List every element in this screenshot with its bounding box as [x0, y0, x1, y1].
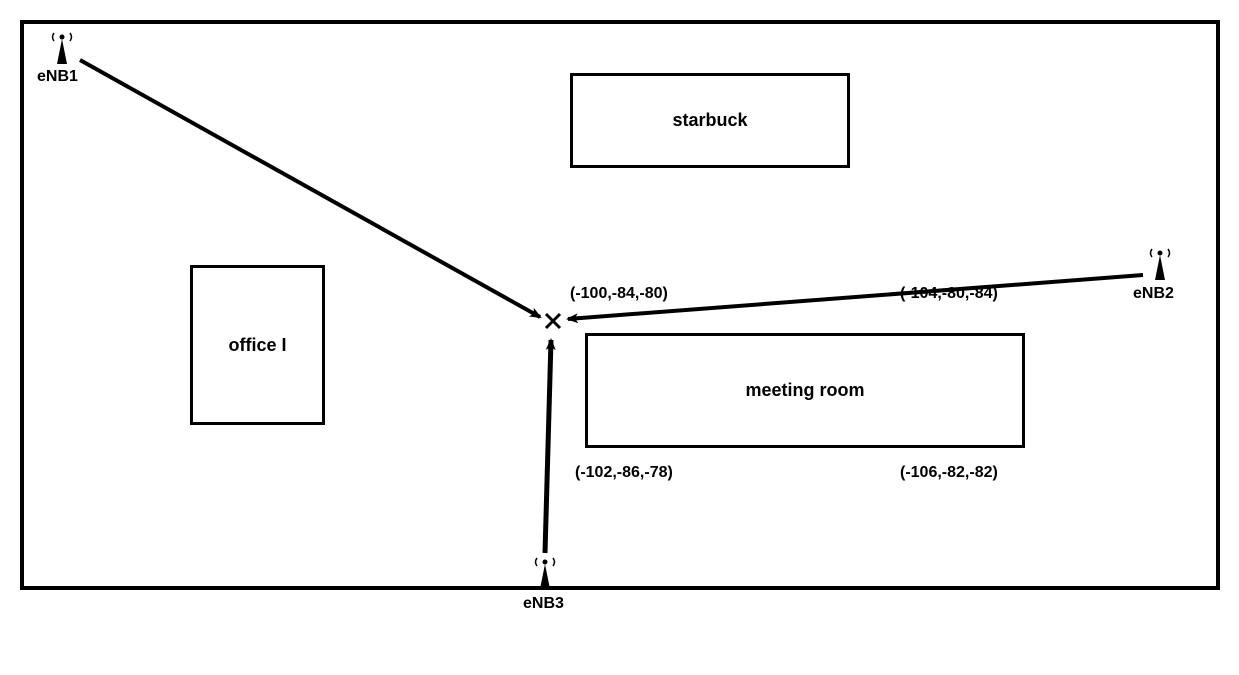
diagram-canvas: starbuck office I meeting room: [0, 0, 1239, 675]
enb3-label: eNB3: [523, 595, 564, 613]
antenna-icon: [531, 555, 559, 591]
room-label: office I: [228, 335, 286, 356]
enb3-tower: [525, 555, 565, 591]
enb2-tower: [1140, 246, 1180, 282]
coord-top-left: (-100,-84,-80): [570, 285, 668, 303]
antenna-icon: [48, 30, 76, 66]
coord-bottom-left: (-102,-86,-78): [575, 464, 673, 482]
coord-top-right: (-104,-80,-84): [900, 285, 998, 303]
antenna-icon: [1146, 246, 1174, 282]
room-starbuck: starbuck: [570, 73, 850, 168]
target-x-marker: [548, 318, 549, 319]
room-office1: office I: [190, 265, 325, 425]
enb1-label: eNB1: [37, 68, 78, 86]
room-label: starbuck: [672, 110, 747, 131]
coord-bottom-right: (-106,-82,-82): [900, 464, 998, 482]
enb2-label: eNB2: [1133, 285, 1174, 303]
room-label: meeting room: [745, 380, 864, 401]
room-meeting: meeting room: [585, 333, 1025, 448]
enb1-tower: [42, 30, 82, 66]
